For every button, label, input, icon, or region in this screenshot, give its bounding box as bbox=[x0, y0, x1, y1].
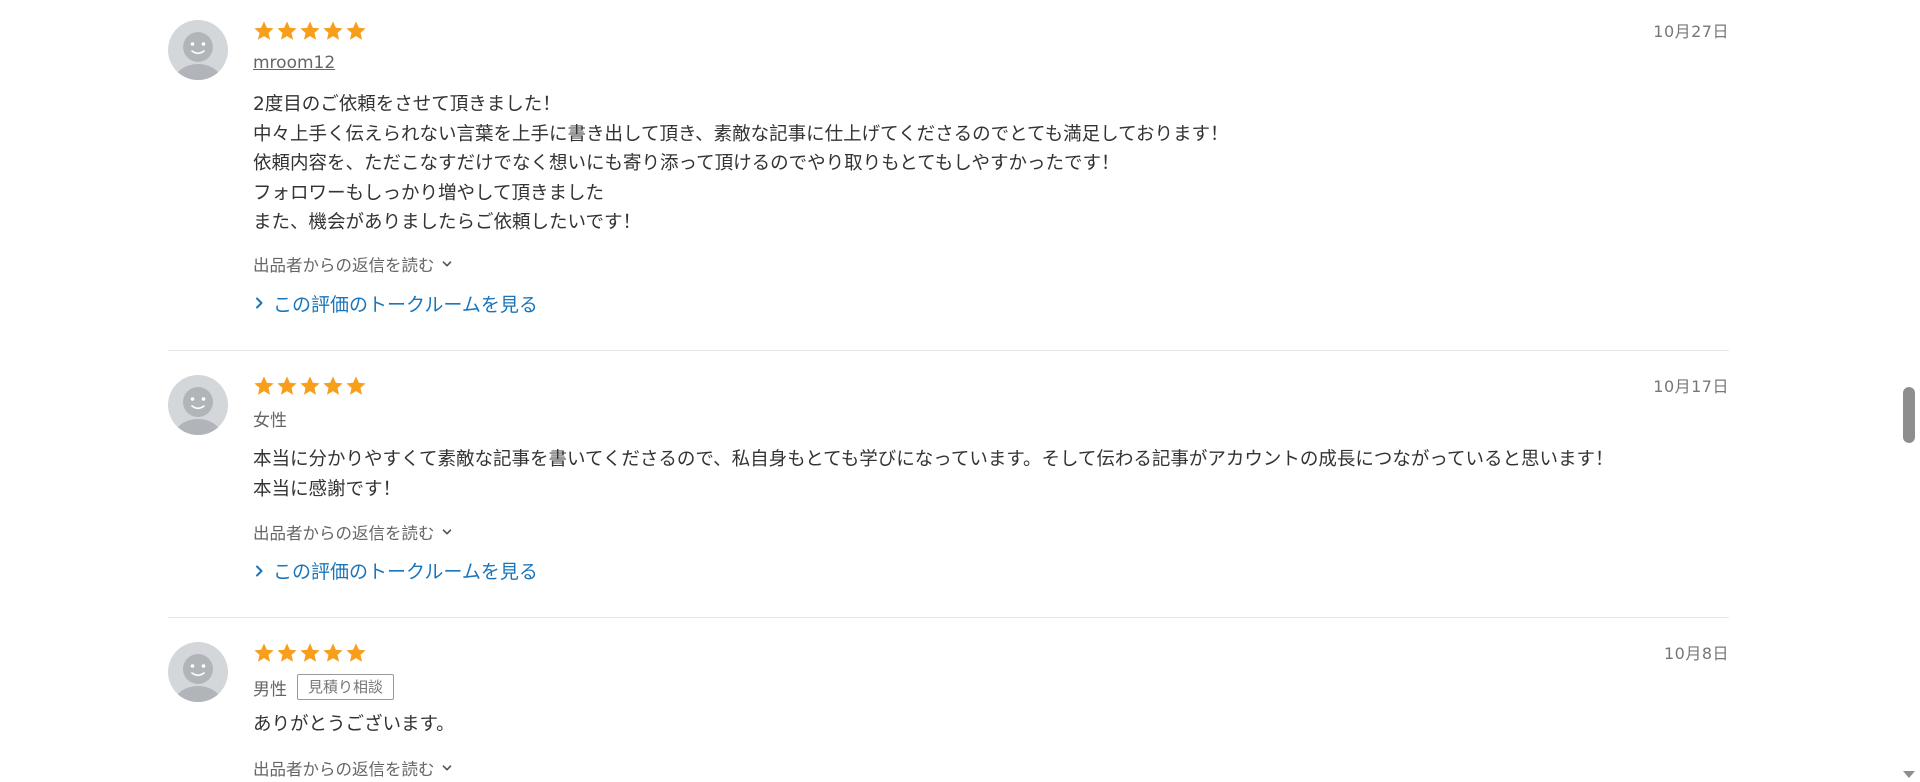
review-item: 10月27日 mroom12 2度目のご依頼をさせて頂きました！ 中々上手く伝え… bbox=[168, 0, 1729, 351]
comment-line: 中々上手く伝えられない言葉を上手に書き出して頂き、素敵な記事に仕上げてくださるの… bbox=[253, 123, 1229, 145]
star-icon bbox=[300, 376, 320, 395]
star-icon bbox=[346, 376, 366, 395]
reviewer-name-link[interactable]: mroom12 bbox=[253, 53, 335, 73]
comment-line: ありがとうございます。 bbox=[253, 714, 455, 735]
star-rating bbox=[253, 640, 1729, 666]
star-rating bbox=[253, 18, 1729, 44]
read-reply-toggle[interactable]: 出品者からの返信を読む bbox=[253, 520, 453, 544]
review-comment: 2度目のご依頼をさせて頂きました！ 中々上手く伝えられない言葉を上手に書き出して… bbox=[253, 90, 1729, 238]
star-icon bbox=[254, 643, 274, 662]
comment-line: 2度目のご依頼をさせて頂きました！ bbox=[253, 94, 561, 115]
chevron-down-icon bbox=[442, 260, 451, 267]
chevron-down-icon bbox=[442, 529, 451, 535]
category-tag: 見積り相談 bbox=[297, 674, 395, 700]
star-rating bbox=[253, 373, 1729, 399]
reviewer-gender: 女性 bbox=[253, 410, 287, 431]
avatar-icon bbox=[168, 642, 228, 702]
talkroom-link-label: この評価のトークルームを見る bbox=[273, 293, 538, 316]
star-icon bbox=[346, 21, 366, 40]
star-icon bbox=[277, 643, 297, 662]
comment-line: 本当に分かりやすくて素敵な記事を書いてくださるので、私自身もとても学びになってい… bbox=[253, 449, 1614, 470]
review-list: 10月27日 mroom12 2度目のご依頼をさせて頂きました！ 中々上手く伝え… bbox=[168, 0, 1729, 782]
read-reply-label: 出品者からの返信を読む bbox=[253, 759, 435, 779]
reviewer-gender: 男性 bbox=[253, 679, 287, 700]
read-reply-toggle[interactable]: 出品者からの返信を読む bbox=[253, 252, 453, 276]
comment-line: また、機会がありましたらご依頼したいです！ bbox=[253, 212, 641, 233]
star-icon bbox=[277, 21, 297, 40]
review-item: 10月8日 男性 見積り相談 ありがとうございます。 出品者からの返信を読む bbox=[168, 618, 1729, 782]
review-page: 10月27日 mroom12 2度目のご依頼をさせて頂きました！ 中々上手く伝え… bbox=[0, 0, 1920, 782]
talkroom-link[interactable]: この評価のトークルームを見る bbox=[253, 290, 1729, 317]
star-icon bbox=[277, 376, 297, 395]
star-icon bbox=[300, 643, 320, 662]
chevron-right-icon bbox=[256, 297, 263, 309]
avatar-icon bbox=[168, 20, 228, 80]
read-reply-label: 出品者からの返信を読む bbox=[253, 255, 435, 275]
talkroom-link[interactable]: この評価のトークルームを見る bbox=[253, 557, 1729, 584]
chevron-right-icon bbox=[256, 565, 263, 576]
read-reply-toggle[interactable]: 出品者からの返信を読む bbox=[253, 756, 453, 780]
star-icon bbox=[323, 376, 343, 395]
reviewer-row: mroom12 bbox=[253, 50, 1729, 76]
star-icon bbox=[254, 376, 274, 395]
comment-line: 依頼内容を、ただこなすだけでなく想いにも寄り添って頂けるのでやり取りもとてもしや… bbox=[253, 153, 1120, 174]
review-comment: 本当に分かりやすくて素敵な記事を書いてくださるので、私自身もとても学びになってい… bbox=[253, 445, 1729, 504]
avatar-icon bbox=[168, 375, 228, 435]
scroll-down-arrow-icon[interactable] bbox=[1902, 770, 1916, 780]
comment-line: 本当に感謝です！ bbox=[253, 478, 402, 500]
review-item: 10月17日 女性 本当に分かりやすくて素敵な記事を書いてくださるので、私自身も… bbox=[168, 351, 1729, 618]
star-icon bbox=[346, 643, 366, 662]
star-icon bbox=[254, 21, 274, 40]
review-body: 男性 見積り相談 ありがとうございます。 出品者からの返信を読む bbox=[253, 640, 1729, 780]
star-icon bbox=[323, 643, 343, 662]
comment-line: フォロワーもしっかり増やして頂きました bbox=[253, 182, 604, 204]
review-body: mroom12 2度目のご依頼をさせて頂きました！ 中々上手く伝えられない言葉を… bbox=[253, 18, 1729, 317]
talkroom-link-label: この評価のトークルームを見る bbox=[273, 561, 538, 583]
chevron-down-icon bbox=[442, 764, 451, 771]
star-icon bbox=[300, 21, 320, 40]
scrollbar-thumb[interactable] bbox=[1903, 387, 1915, 443]
read-reply-label: 出品者からの返信を読む bbox=[253, 524, 435, 543]
review-body: 女性 本当に分かりやすくて素敵な記事を書いてくださるので、私自身もとても学びにな… bbox=[253, 373, 1729, 584]
page-scrollbar[interactable] bbox=[1898, 0, 1920, 782]
review-comment: ありがとうございます。 bbox=[253, 710, 1729, 740]
reviewer-row: 女性 bbox=[253, 405, 1729, 431]
reviewer-row: 男性 見積り相談 bbox=[253, 674, 1729, 700]
star-icon bbox=[323, 21, 343, 40]
